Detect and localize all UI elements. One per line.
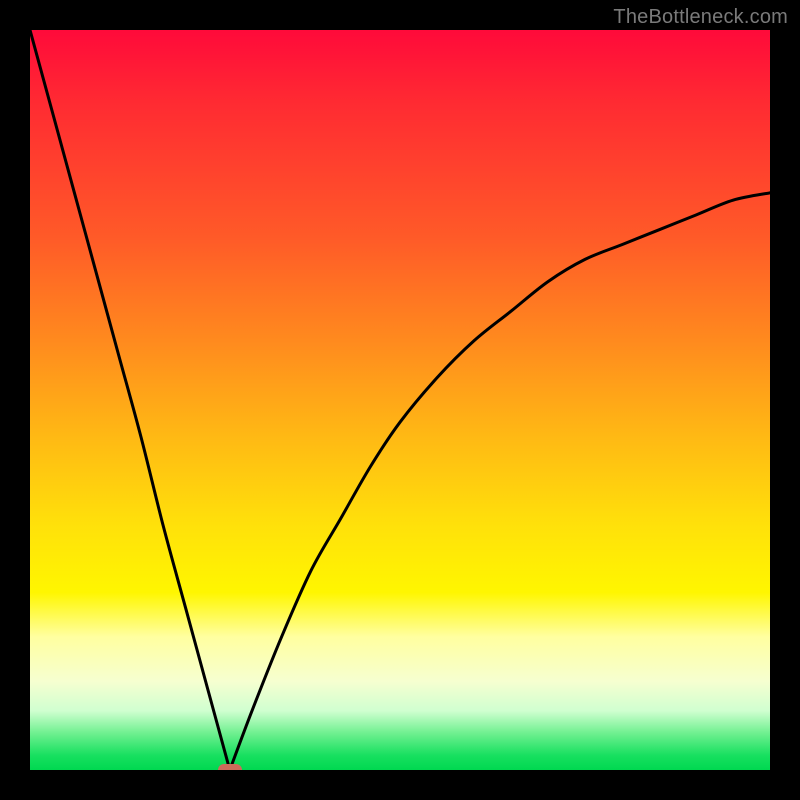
minimum-marker — [218, 764, 242, 770]
chart-frame: TheBottleneck.com — [0, 0, 800, 800]
bottleneck-curve — [30, 30, 770, 770]
plot-area — [30, 30, 770, 770]
watermark-text: TheBottleneck.com — [613, 6, 788, 29]
